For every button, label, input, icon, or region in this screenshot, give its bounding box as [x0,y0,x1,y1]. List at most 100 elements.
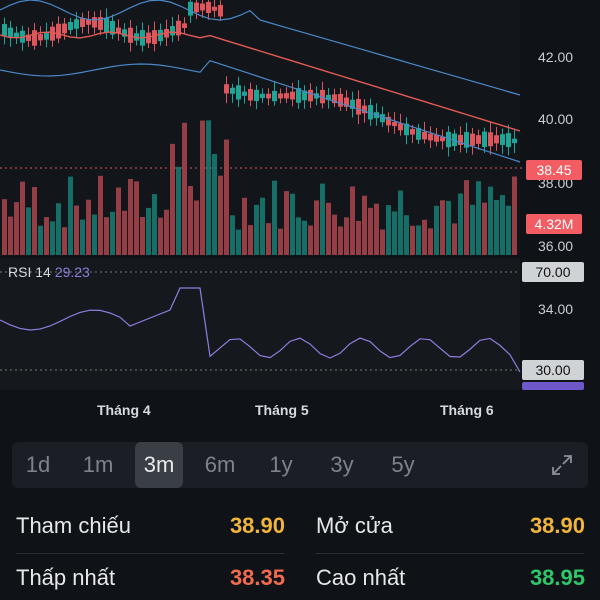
range-button-1y[interactable]: 1y [257,442,305,488]
candle-body [194,2,199,13]
rsi-upper-threshold-tag: 70.00 [522,262,584,282]
expand-icon[interactable] [550,453,574,477]
volume-bar [164,209,169,255]
volume-bar [170,143,175,255]
volume-bar [338,226,343,255]
candle-body [200,3,205,11]
volume-bar [92,214,97,255]
volume-bar [392,211,397,255]
candle-body [206,1,211,13]
current-price-tag: 38.45 [526,160,582,180]
volume-bar [110,211,115,255]
rsi-current-tag [522,382,584,390]
candle-body [2,24,7,36]
candle-body [152,30,157,45]
open-price-label: Mở cửa [316,513,393,538]
range-button-1m[interactable]: 1m [74,442,122,488]
candle-body [218,4,223,17]
volume-bar [242,197,247,255]
volume-bar [32,187,37,255]
volume-bar [464,180,469,255]
volume-bar [50,221,55,255]
candle-body [290,91,295,100]
volume-bar [86,199,91,255]
range-button-3m[interactable]: 3m [135,442,183,488]
volume-bar [224,139,229,255]
volume-bar [404,215,409,255]
candle-body [224,84,229,94]
stock-chart[interactable]: 42.00 40.00 38.00 36.00 34.00 Tháng 4 Th… [0,0,600,430]
volume-bar [416,225,421,255]
volume-bar [374,203,379,255]
volume-bar [158,217,163,255]
range-button-1d[interactable]: 1d [14,442,62,488]
candle-body [182,23,187,28]
volume-bar [482,202,487,255]
candle-body [482,131,487,148]
volume-bar [452,223,457,255]
candle-body [56,23,61,39]
volume-bar [248,225,253,255]
volume-bar [470,204,475,255]
volume-bar [236,229,241,255]
volume-bar [284,191,289,255]
volume-bar [410,225,415,255]
candle-body [428,133,433,141]
volume-bar [494,200,499,255]
volume-bar [488,186,493,255]
candle-body [236,85,241,100]
volume-bar [212,154,217,255]
volume-bar [20,181,25,255]
range-button-5y[interactable]: 5y [379,442,427,488]
volume-bar [434,205,439,255]
volume-bar [446,200,451,255]
volume-bar [116,187,121,255]
volume-bar [104,217,109,255]
volume-bar [356,220,361,255]
range-button-6m[interactable]: 6m [196,442,244,488]
candle-body [104,18,109,33]
range-button-3y[interactable]: 3y [318,442,366,488]
candle-body [62,23,67,34]
volume-bar [344,217,349,255]
chart-canvas[interactable]: 42.00 40.00 38.00 36.00 34.00 Tháng 4 Th… [0,0,600,430]
volume-bar [62,227,67,255]
divider [16,553,284,554]
volume-bar [74,205,79,255]
candle-body [74,19,79,29]
volume-bar [386,205,391,255]
price-axis-label: 42.00 [538,49,573,65]
candle-body [92,17,97,28]
price-axis-label: 40.00 [538,111,573,127]
volume-bar [218,175,223,255]
rsi-indicator-label: RSI 14 29.23 [8,264,90,280]
candle-body [476,135,481,144]
candle-body [398,123,403,131]
candle-body [230,87,235,94]
candle-body [308,89,313,102]
high-price-value: 38.95 [529,565,585,590]
rsi-axis-label: 34.00 [538,301,573,317]
candle-body [212,6,217,11]
volume-bar [176,166,181,255]
rsi-lower-threshold-tag: 30.00 [522,360,584,380]
rsi-name: RSI 14 [8,264,51,280]
candle-body [278,93,283,99]
candle-body [68,22,73,30]
volume-bar [140,217,145,255]
divider [316,553,584,554]
candle-body [242,91,247,96]
volume-bar [290,193,295,255]
volume-bar [266,223,271,255]
low-price-label: Thấp nhất [16,565,116,590]
candle-body [494,135,499,144]
volume-bar [200,120,205,256]
time-range-selector: 1d 1m 3m 6m 1y 3y 5y [12,442,588,488]
candle-body [338,93,343,107]
volume-bar [308,225,313,255]
candle-body [80,18,85,27]
volume-bar [128,179,133,255]
volume-bar [122,210,127,255]
candle-body [392,122,397,127]
candle-body [32,30,37,46]
